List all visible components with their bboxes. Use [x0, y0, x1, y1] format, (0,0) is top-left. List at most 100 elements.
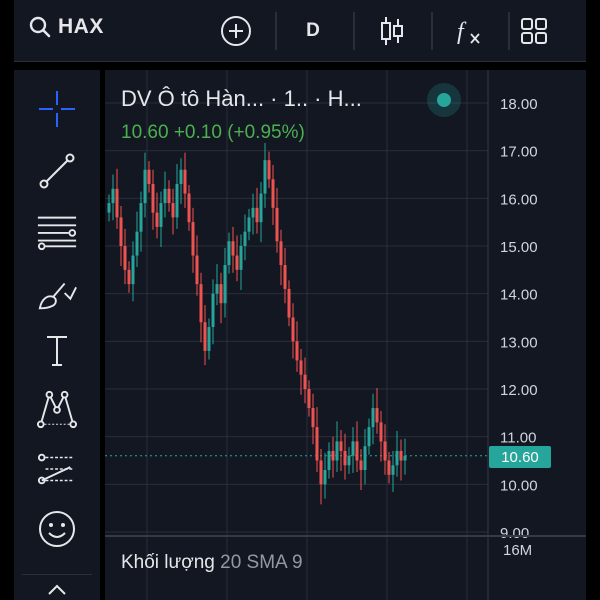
symbol-legend-title[interactable]: DV Ô tô Hàn... · 1.. · H...	[121, 86, 362, 112]
legend-price: 10.60	[121, 122, 169, 143]
candle	[363, 429, 367, 485]
volume-label: Khối lượng	[121, 552, 215, 573]
trendline-icon	[39, 153, 75, 189]
candle	[295, 321, 299, 372]
legend-values: 10.60 +0.10 (+0.95%)	[121, 122, 305, 144]
candle	[131, 241, 135, 302]
search-icon	[29, 16, 51, 38]
top-toolbar: HAX D f	[14, 0, 586, 62]
candle	[219, 272, 223, 324]
candle	[379, 410, 383, 462]
candle	[211, 279, 215, 345]
emoji-tool[interactable]	[36, 508, 78, 550]
candle	[331, 436, 335, 478]
market-status-indicator[interactable]	[427, 83, 461, 117]
fib-tool[interactable]	[36, 210, 78, 252]
candle	[163, 171, 167, 218]
candle	[355, 421, 359, 472]
candle	[187, 184, 191, 231]
price-chart[interactable]: 18.00 17.00 16.00 15.00 14.00 13.00 12.00 11.00…	[105, 70, 586, 600]
candle	[387, 451, 391, 484]
candle	[251, 193, 255, 235]
candle	[127, 261, 131, 293]
text-tool[interactable]	[36, 330, 78, 372]
chevron-up-icon	[48, 584, 66, 595]
price-tick-label: 14.00	[500, 287, 538, 304]
price-tick-label: 13.00	[500, 334, 538, 351]
symbol-name: HAX	[58, 15, 104, 38]
price-tick-label: 9.00	[500, 525, 529, 542]
price-tick-label: 18.00	[500, 96, 538, 113]
layout-grid-icon	[521, 18, 547, 44]
candle	[239, 234, 243, 290]
candle	[339, 429, 343, 471]
candle	[267, 151, 271, 188]
legend-change: +0.10	[173, 122, 222, 143]
toolbar-divider	[508, 12, 510, 50]
candle	[259, 182, 263, 243]
candle	[291, 303, 295, 359]
candle	[399, 439, 403, 481]
candle	[307, 380, 311, 417]
indicators-fx-icon: f	[457, 19, 480, 45]
candle	[403, 438, 407, 475]
crosshair-tool[interactable]	[36, 88, 78, 130]
chart-pane[interactable]: 18.00 17.00 16.00 15.00 14.00 13.00 12.00 11.00…	[105, 70, 586, 600]
candle	[287, 280, 291, 327]
candle	[327, 442, 331, 479]
candle	[159, 191, 163, 247]
candle	[315, 407, 319, 472]
candle	[375, 388, 379, 434]
candle	[215, 264, 219, 306]
more-tools-button[interactable]	[36, 578, 78, 600]
indicators-button[interactable]: f	[452, 14, 486, 48]
price-tick-label: 12.00	[500, 382, 538, 399]
trendline-tool[interactable]	[36, 150, 78, 192]
candle	[199, 272, 203, 343]
candle	[243, 214, 247, 261]
candle	[255, 187, 259, 234]
measure-tool[interactable]	[36, 448, 78, 490]
candle	[343, 433, 347, 480]
candle	[143, 152, 147, 218]
candle	[383, 424, 387, 475]
candle	[167, 180, 171, 212]
candle	[323, 452, 327, 499]
candle	[335, 421, 339, 472]
last-price-badge: 10.60	[489, 446, 551, 468]
add-circle-icon	[221, 16, 251, 46]
price-tick-label: 16.00	[500, 191, 538, 208]
drawing-toolbar	[14, 70, 100, 600]
price-tick-label: 17.00	[500, 144, 538, 161]
candle	[271, 164, 275, 226]
add-symbol-button[interactable]	[219, 14, 253, 48]
candle	[279, 229, 283, 286]
candle	[367, 418, 371, 455]
interval-button[interactable]: D	[296, 14, 330, 48]
candle	[391, 450, 395, 492]
symbol-search[interactable]: HAX	[28, 15, 104, 39]
brush-icon	[38, 282, 77, 310]
interval-label: D	[306, 20, 320, 41]
candle	[123, 228, 127, 285]
candle	[299, 348, 303, 395]
candle	[227, 232, 231, 274]
brush-tool[interactable]	[36, 272, 78, 314]
candle	[351, 427, 355, 473]
candle	[139, 191, 143, 252]
candle	[235, 235, 239, 282]
volume-params: 20 SMA 9	[220, 552, 303, 573]
toolbar-divider	[22, 574, 92, 575]
candle	[275, 187, 279, 253]
candle	[175, 164, 179, 229]
volume-legend[interactable]: Khối lượng 20 SMA 9	[121, 552, 303, 574]
candle	[319, 449, 323, 505]
volume-tick-label: 16M	[503, 542, 532, 559]
candle	[179, 158, 183, 205]
price-tick-label: 11.00	[500, 430, 536, 447]
chart-type-button[interactable]	[375, 14, 409, 48]
pattern-tool[interactable]	[36, 388, 78, 430]
layout-button[interactable]	[517, 14, 551, 48]
candle	[395, 430, 399, 477]
pattern-icon	[36, 390, 78, 429]
